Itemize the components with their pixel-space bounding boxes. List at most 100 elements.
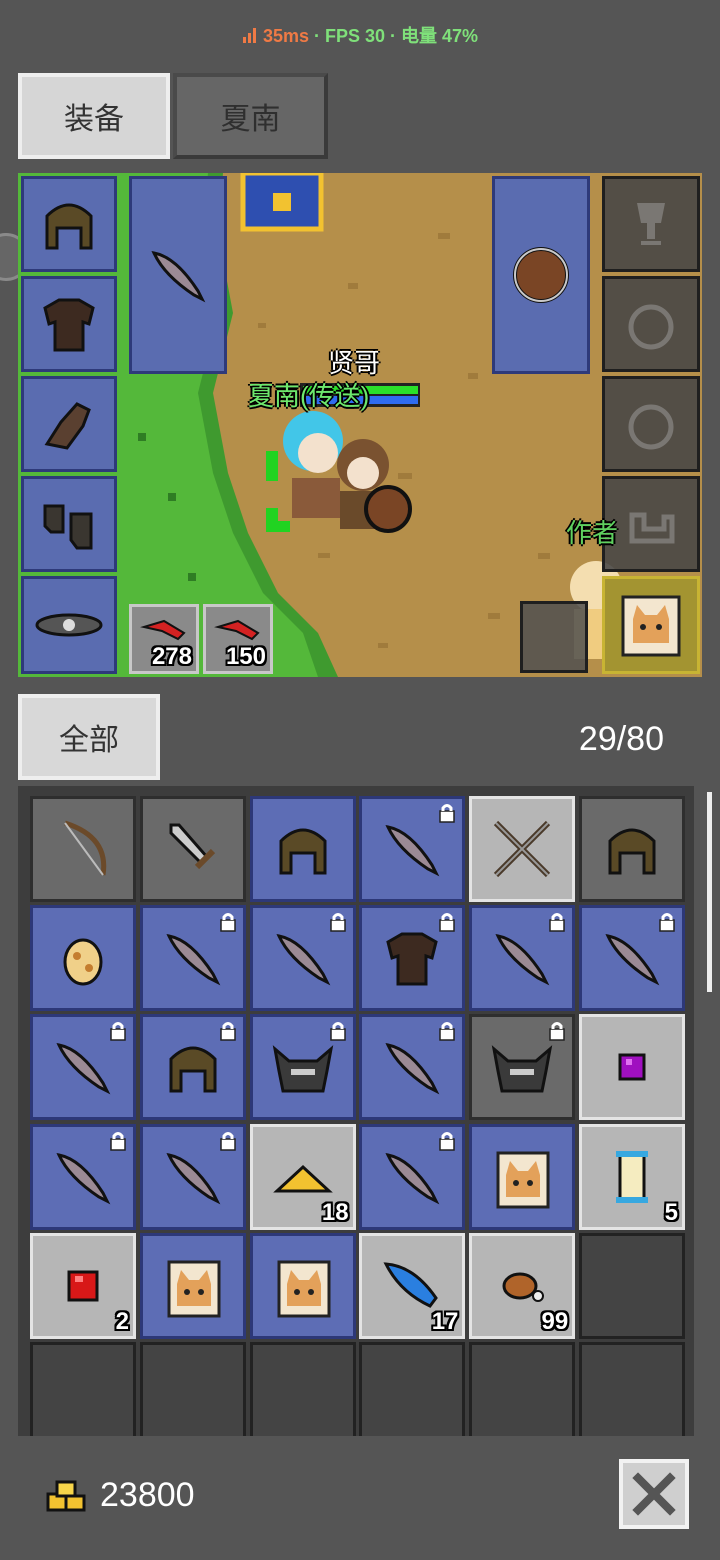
inventory-slot-empty[interactable] (249, 1342, 356, 1436)
armor-icon (43, 298, 95, 352)
inventory-slot-empty[interactable] (469, 1342, 576, 1436)
helmet-icon (608, 828, 656, 875)
equip-slot-weapon[interactable] (129, 176, 227, 374)
inventory-slot[interactable] (469, 796, 576, 902)
shield-icon (513, 247, 569, 303)
cat-card-icon (621, 595, 681, 657)
ammo-slot-1[interactable]: 278 (129, 604, 199, 674)
ammo-slot-2[interactable]: 150 (203, 604, 273, 674)
inventory-capacity: 29/80 (578, 720, 664, 758)
close-button[interactable] (619, 1459, 689, 1529)
inventory-slot[interactable]: 18 (249, 1123, 356, 1230)
equip-slot-accessory[interactable] (21, 576, 117, 674)
feather-icon (166, 1152, 221, 1204)
inventory-slot[interactable] (359, 1123, 466, 1230)
tab-equipment-label: 装备 (64, 103, 124, 136)
equip-slot-head[interactable] (21, 176, 117, 272)
equip-slot-offhand[interactable] (492, 176, 590, 374)
inventory-slot[interactable] (30, 905, 136, 1012)
equip-slot-hands[interactable] (21, 376, 117, 472)
lock-icon (220, 913, 236, 932)
tab-equipment[interactable]: 装备 (18, 73, 170, 159)
inventory-slot[interactable] (30, 1014, 136, 1121)
inventory-slot[interactable] (469, 1014, 576, 1121)
pet-slot-3[interactable] (602, 376, 700, 472)
inventory-slot[interactable] (139, 1123, 246, 1230)
inventory-slot[interactable] (30, 796, 136, 902)
inventory-slot[interactable] (30, 1123, 136, 1230)
glove-icon (44, 402, 91, 450)
gold-coins-icon (46, 1480, 86, 1512)
inventory-slot[interactable] (469, 905, 576, 1012)
inventory-slot[interactable] (139, 796, 246, 902)
inventory-scrollbar[interactable] (707, 792, 712, 992)
armor-icon (386, 932, 439, 986)
feather-icon (385, 825, 440, 877)
skill-slot[interactable] (520, 601, 588, 673)
lock-icon (220, 1131, 236, 1151)
red-gem-icon (67, 1270, 99, 1302)
feather-icon (276, 934, 330, 986)
inventory-slot-empty[interactable] (579, 1232, 685, 1339)
feather-icon (605, 934, 660, 986)
inventory-slot[interactable] (579, 1014, 685, 1121)
inventory-slot[interactable] (139, 1232, 246, 1339)
inventory-slot-empty[interactable] (579, 1342, 685, 1436)
ring-icon (628, 304, 674, 350)
inventory-slot[interactable]: 2 (30, 1232, 136, 1339)
inventory-slot-empty[interactable] (359, 1342, 466, 1436)
bow-icon (64, 820, 107, 876)
lock-icon (549, 1022, 565, 1042)
npc-author-label: 作者 (566, 518, 619, 548)
inventory-slot-empty[interactable] (30, 1342, 136, 1436)
inventory-slot[interactable] (359, 1014, 466, 1121)
cat-card-male-icon (496, 1151, 550, 1209)
lock-icon (110, 1022, 126, 1042)
inventory-slot[interactable] (249, 1014, 356, 1121)
inventory-slot[interactable] (249, 905, 356, 1012)
inventory-slot[interactable]: 17 (359, 1232, 466, 1339)
pet-slot-active[interactable] (602, 576, 700, 674)
inventory-slot[interactable] (139, 1014, 246, 1121)
fps-battery-text: · FPS 30 · 电量 47% (309, 26, 479, 46)
pet-slot-2[interactable] (602, 276, 700, 372)
signal-icon (242, 28, 256, 43)
tab-character[interactable]: 夏南 (173, 73, 328, 159)
inventory-slot[interactable] (249, 1232, 356, 1339)
inventory-slot[interactable]: 99 (469, 1232, 576, 1339)
inventory-slot[interactable] (359, 905, 466, 1012)
status-text: 35ms · FPS 30 · 电量 47% (0, 22, 720, 48)
equip-slot-feet[interactable] (21, 476, 117, 572)
lock-icon (220, 1022, 236, 1042)
lock-icon (439, 1131, 456, 1151)
inventory-slot[interactable] (249, 796, 356, 902)
scroll-icon (616, 1150, 648, 1203)
inventory-slot[interactable] (579, 905, 685, 1012)
inventory-slot[interactable]: 5 (579, 1123, 685, 1230)
filter-all-button[interactable]: 全部 (18, 694, 160, 780)
feather-icon (495, 934, 550, 986)
game-view[interactable]: 278 150 贤哥 夏南(传送) 作者 (18, 173, 702, 677)
belt-icon (35, 613, 103, 637)
inventory-slot[interactable] (579, 796, 685, 902)
inventory-panel[interactable]: 18 5 2 17 99 (18, 786, 694, 1436)
lock-icon (329, 1022, 346, 1042)
lock-icon (439, 913, 456, 932)
feather-icon (385, 1152, 440, 1204)
item-quantity: 18 (321, 1198, 349, 1226)
mount-icon (629, 512, 675, 544)
pet-slot-1[interactable] (602, 176, 700, 272)
purple-gem-icon (618, 1053, 646, 1081)
filter-all-label: 全部 (59, 724, 119, 757)
equip-slot-body[interactable] (21, 276, 117, 372)
inventory-slot-empty[interactable] (139, 1342, 246, 1436)
game-scene (18, 173, 702, 677)
lock-icon (110, 1131, 126, 1151)
item-quantity: 5 (664, 1198, 678, 1226)
inventory-slot[interactable] (139, 905, 246, 1012)
cat-card-female-icon (167, 1260, 221, 1318)
inventory-slot[interactable] (469, 1123, 576, 1230)
inventory-slot[interactable] (359, 796, 466, 902)
helmet-icon (169, 1046, 217, 1093)
sword-icon (169, 823, 215, 870)
